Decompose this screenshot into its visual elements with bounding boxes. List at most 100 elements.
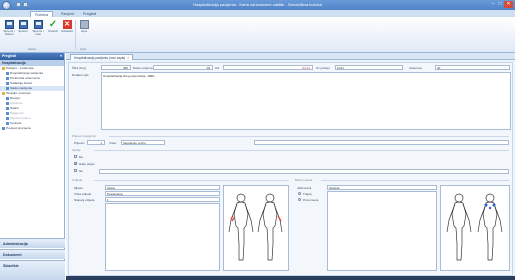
section-pain-title: Bolna mjesta	[295, 178, 313, 182]
folder-icon	[2, 92, 5, 95]
nav-section-storage[interactable]: Skladište	[0, 260, 65, 280]
option-yes-label: Da	[79, 155, 83, 159]
label-transport-type: Vrsta	[109, 141, 116, 145]
transport-type-select[interactable]: Sanitetsko vozilo	[121, 140, 165, 145]
options-note-field[interactable]	[99, 169, 509, 174]
label-institution: Ustanova	[409, 66, 422, 70]
save-icon	[18, 20, 28, 29]
nav-section-administration[interactable]: Administracija	[0, 238, 65, 248]
ribbon-separator	[75, 20, 76, 50]
confirm-icon: ✓	[48, 19, 58, 30]
pain-list[interactable]	[327, 191, 437, 271]
section-injuries-title: Ozljede	[72, 178, 83, 182]
ribbon-tabstrip: Početna Pacijent Pregledi	[0, 10, 515, 17]
confirm-button[interactable]: ✓ Potvrdi	[47, 19, 59, 45]
section-divider	[94, 150, 509, 151]
injury-body-diagram[interactable]	[223, 185, 289, 271]
quick-access-undo-icon[interactable]	[23, 2, 28, 7]
section-divider	[109, 136, 509, 137]
doc-icon	[6, 87, 9, 90]
quick-access-save-icon[interactable]	[16, 2, 21, 7]
label-injury-location: Mjesto	[74, 186, 83, 190]
pain-occasional-label: Povremena	[303, 198, 319, 202]
close-tab-icon[interactable]: ×	[127, 56, 129, 60]
document-tab[interactable]: Hospitalizacija pacijenta (novi zapis) ×	[70, 54, 134, 60]
app-menu-button[interactable]	[2, 1, 11, 10]
nav-tree-item-label: Povijest promjena	[6, 126, 31, 130]
doc-icon	[6, 107, 9, 110]
maximize-button[interactable]: □	[497, 1, 503, 8]
close-button[interactable]: ✕	[504, 1, 513, 8]
pain-body-diagram[interactable]	[440, 185, 510, 271]
print-button[interactable]: Ispis	[78, 19, 90, 45]
label-injury-type: Vrsta ozljede	[74, 192, 92, 196]
doc-icon	[6, 97, 9, 100]
transport-note-field[interactable]	[254, 140, 509, 145]
cancel-icon: ✕	[62, 20, 72, 29]
document-tab-strip: Hospitalizacija pacijenta (novi zapis) ×	[66, 53, 515, 60]
doc-icon	[6, 72, 9, 75]
save-close-icon	[4, 20, 14, 29]
label-injury-degree: Stupanj ozljede	[74, 198, 95, 202]
doc-icon	[6, 102, 9, 105]
label-from: Od	[215, 66, 220, 70]
injury-marker-left-arm	[230, 215, 235, 222]
injury-location-select[interactable]: Glava	[105, 185, 220, 190]
save-new-button[interactable]: Spremi i novi	[31, 19, 45, 45]
pain-intensity-select[interactable]: Srednja	[327, 185, 437, 190]
nav-tree-item[interactable]: Povijest promjena	[0, 126, 64, 131]
doc-icon	[6, 112, 9, 115]
transport-count-field[interactable]: 1	[87, 140, 105, 145]
nav-pin-icon[interactable]: ▾	[60, 53, 62, 60]
label-admission-date: Datum prijema	[133, 66, 153, 70]
pain-occasional-radio[interactable]	[298, 198, 301, 201]
admission-date-field[interactable]: 08	[153, 65, 213, 70]
option-no-checkbox[interactable]	[74, 169, 77, 172]
cancel-button[interactable]: ✕ Odustani	[61, 19, 73, 45]
minimize-button[interactable]: –	[490, 1, 496, 8]
folder-icon	[2, 67, 5, 70]
nav-header: Pregledi ▾	[0, 53, 64, 60]
option-yes-checkbox[interactable]	[74, 155, 77, 158]
save-close-button[interactable]: Spremi i zatvori	[3, 19, 15, 45]
section-divider	[321, 180, 509, 181]
ribbon-group-actions: Akcije	[28, 47, 37, 51]
section-transport-title: Prijevoz pacijenta	[72, 134, 96, 138]
title-bar: Hospitalizacija pacijenta - Karta zdravs…	[0, 0, 515, 10]
window-title: Hospitalizacija pacijenta - Karta zdravs…	[193, 2, 322, 7]
option-emergency-label: Hitan prijem	[79, 162, 96, 166]
institution-field[interactable]: 40	[435, 65, 510, 70]
body-figure-icon	[228, 193, 283, 261]
option-no-label: Ne	[79, 169, 83, 173]
main-area: Hospitalizacija pacijenta (novi zapis) × …	[66, 53, 515, 280]
from-field[interactable]: 01.01	[223, 65, 313, 70]
label-transport: Prijevoz	[74, 141, 85, 145]
doc-icon	[2, 127, 5, 130]
injury-type-select[interactable]: Posjekotina	[105, 191, 220, 196]
navigation-tree: Pacijent - evidencija Hospitalizacija pac…	[0, 66, 64, 131]
form-area: Šifra (broj) 456 Datum prijema 08 Od 01.…	[68, 62, 513, 276]
pain-permanent-radio[interactable]	[298, 192, 301, 195]
id-field[interactable]: 456	[101, 65, 131, 70]
ribbon-group-print: Ispis	[80, 47, 87, 51]
option-emergency-checkbox[interactable]	[74, 161, 78, 166]
nav-section-documents[interactable]: Dokumenti	[0, 249, 65, 259]
section-options-title: Opcije	[72, 148, 81, 152]
additional-description-field[interactable]: Hospitalizacija zbog opservacije, 1998. …	[101, 72, 511, 130]
save-button[interactable]: Spremi	[17, 19, 29, 45]
injury-list[interactable]	[105, 203, 220, 271]
pain-marker-neck	[488, 206, 492, 210]
body-figure-icon	[446, 193, 503, 261]
left-navigation: Pregledi ▾ Hospitalizacija Pacijent - ev…	[0, 53, 65, 280]
pain-marker-left-shoulder	[484, 203, 488, 207]
ribbon: Spremi i zatvori Spremi Spremi i novi ✓ …	[0, 17, 515, 53]
pain-permanent-label: Trajna	[303, 192, 312, 196]
escort-field[interactable]: 1024	[335, 65, 403, 70]
label-id: Šifra (broj)	[72, 66, 87, 70]
print-icon	[79, 20, 89, 29]
doc-icon	[6, 77, 9, 80]
injury-marker-right-arm	[277, 215, 282, 222]
injury-degree-select[interactable]: 1	[105, 197, 220, 202]
doc-icon	[6, 122, 9, 125]
save-new-icon	[33, 20, 43, 29]
